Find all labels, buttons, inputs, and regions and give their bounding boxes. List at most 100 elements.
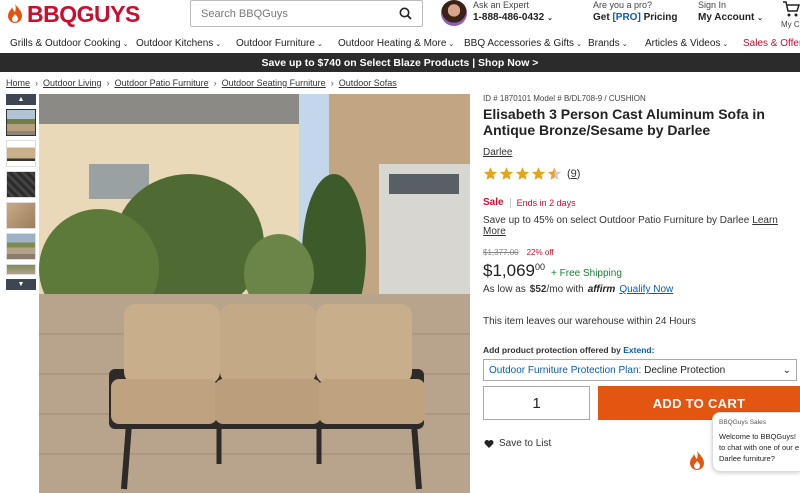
sale-badge: Sale: [483, 197, 504, 208]
sofa-photo: [39, 94, 470, 493]
price-cents: 00: [535, 262, 546, 272]
chevron-right-icon: ›: [106, 78, 110, 88]
nav-label: Sales & Offers: [743, 38, 800, 49]
affirm-financing: As low as $52/mo with affirm Qualify Now: [483, 284, 800, 295]
cart-button[interactable]: My Cart: [781, 0, 800, 29]
product-ids: ID # 1870101 Model # B/DL708-9 / CUSHION: [483, 94, 646, 103]
save-to-list-label: Save to List: [499, 438, 552, 449]
protection-plan-select[interactable]: Outdoor Furniture Protection Plan: Decli…: [483, 359, 797, 381]
nav-item-outdoor-kitchens[interactable]: Outdoor Kitchens ⌄: [136, 38, 221, 49]
star-rating: [483, 166, 562, 181]
search-bar: [190, 0, 423, 27]
nav-label: Brands: [588, 38, 620, 49]
product-rating[interactable]: (9): [483, 166, 800, 181]
old-price: $1,377.00: [483, 248, 519, 257]
breadcrumb-outdoor-sofas[interactable]: Outdoor Sofas: [339, 78, 397, 88]
chat-popup[interactable]: BBQGuys Sales Welcome to BBQGuys! to cha…: [712, 412, 800, 472]
chevron-down-icon: ⌄: [316, 41, 323, 48]
chevron-down-icon: ▼: [17, 281, 25, 288]
chevron-right-icon: ›: [330, 78, 334, 88]
product-main-image[interactable]: [39, 94, 470, 493]
review-count[interactable]: (9): [567, 168, 580, 180]
product-info: ID # 1870101 Model # B/DL708-9 / CUSHION…: [483, 94, 800, 381]
chevron-down-icon: ⌄: [722, 41, 729, 48]
heart-icon: [484, 440, 494, 448]
thumbnail-image[interactable]: [6, 171, 36, 198]
promo-banner[interactable]: Save up to $740 on Select Blaze Products…: [0, 53, 800, 72]
shipping-info: This item leaves our warehouse within 24…: [483, 316, 696, 327]
affirm-prefix: As low as: [483, 284, 526, 295]
thumbnail-image[interactable]: [6, 140, 36, 167]
chat-flame-icon[interactable]: [688, 450, 706, 472]
thumbnail-image[interactable]: [6, 264, 36, 275]
breadcrumb-home[interactable]: Home: [6, 78, 30, 88]
main-nav: Grills & Outdoor Cooking ⌄ Outdoor Kitche…: [0, 34, 800, 53]
nav-item-grills[interactable]: Grills & Outdoor Cooking ⌄: [10, 38, 128, 49]
sale-ends: Ends in 2 days: [509, 197, 576, 208]
expert-phone[interactable]: 1-888-486-0432: [473, 12, 544, 23]
chat-message-line: Darlee furniture?: [719, 454, 775, 463]
account-menu[interactable]: Sign In My Account ⌄: [698, 0, 763, 25]
promo-text: Save up to $740 on Select Blaze Products…: [261, 56, 539, 69]
chat-message-line: to chat with one of our e: [719, 443, 800, 452]
my-account-label: My Account: [698, 12, 755, 23]
save-promo-text: Save up to 45% on select Outdoor Patio F…: [483, 215, 750, 226]
review-count-value: 9: [570, 167, 577, 180]
thumbnail-strip: ▲ ▼: [6, 94, 36, 290]
protection-label-text: Add product protection offered by: [483, 345, 621, 355]
thumbnail-image[interactable]: [6, 202, 36, 229]
chevron-down-icon: ⌄: [576, 41, 582, 48]
site-header: BBQGUYS Ask an Expert 1-888-486-0432 ⌄ A…: [0, 0, 800, 34]
pro-pricing[interactable]: Are you a pro? Get [PRO] Pricing: [593, 0, 677, 24]
ask-expert[interactable]: Ask an Expert 1-888-486-0432 ⌄: [441, 0, 553, 26]
flame-logo-icon: [8, 4, 22, 23]
thumbnail-up-button[interactable]: ▲: [6, 94, 36, 105]
chevron-up-icon: ▲: [17, 96, 25, 103]
sign-in-label: Sign In: [698, 0, 727, 10]
affirm-amount: $52: [529, 284, 547, 295]
nav-item-articles[interactable]: Articles & Videos ⌄: [645, 38, 728, 49]
breadcrumb-seating-furniture[interactable]: Outdoor Seating Furniture: [222, 78, 326, 88]
nav-item-brands[interactable]: Brands ⌄: [588, 38, 628, 49]
pro-prefix: Get: [593, 12, 613, 23]
sale-row: Sale Ends in 2 days: [483, 197, 800, 208]
quantity-input[interactable]: 1: [483, 386, 590, 420]
protection-plan-label: Outdoor Furniture Protection Plan:: [489, 364, 642, 376]
breadcrumb-outdoor-living[interactable]: Outdoor Living: [43, 78, 102, 88]
breadcrumb-patio-furniture[interactable]: Outdoor Patio Furniture: [115, 78, 209, 88]
chevron-down-icon: ⌄: [448, 41, 455, 48]
brand-link[interactable]: Darlee: [483, 147, 800, 158]
nav-label: Outdoor Heating & More: [338, 38, 447, 49]
thumbnail-down-button[interactable]: ▼: [6, 279, 36, 290]
chevron-right-icon: ›: [213, 78, 217, 88]
extend-brand: Extend: [623, 345, 652, 355]
chat-message-line: Welcome to BBQGuys!: [719, 432, 796, 441]
nav-item-outdoor-furniture[interactable]: Outdoor Furniture ⌄: [236, 38, 323, 49]
nav-item-sales[interactable]: Sales & Offers: [743, 38, 800, 49]
breadcrumb: Home › Outdoor Living › Outdoor Patio Furn…: [6, 78, 397, 88]
nav-item-outdoor-heating[interactable]: Outdoor Heating & More ⌄: [338, 38, 454, 49]
nav-item-bbq-accessories[interactable]: BBQ Accessories & Gifts ⌄: [464, 38, 582, 49]
nav-label: BBQ Accessories & Gifts: [464, 38, 575, 49]
pro-suffix: Pricing: [640, 12, 678, 23]
thumbnail-image[interactable]: [6, 109, 36, 136]
discount-badge: 22% off: [526, 248, 554, 257]
star-icon: [483, 167, 498, 180]
search-input[interactable]: [191, 1, 388, 26]
expert-avatar: [441, 0, 467, 26]
price-main: $1,069: [483, 261, 535, 280]
star-icon: [531, 167, 546, 180]
nav-label: Outdoor Furniture: [236, 38, 315, 49]
site-logo[interactable]: BBQGUYS: [6, 0, 140, 27]
save-promo: Save up to 45% on select Outdoor Patio F…: [483, 215, 800, 237]
product-title: Elisabeth 3 Person Cast Aluminum Sofa in…: [483, 106, 765, 138]
search-icon: [399, 7, 412, 20]
qualify-now-link[interactable]: Qualify Now: [619, 284, 673, 295]
price-history: $1,377.00 22% off: [483, 248, 800, 257]
star-half-icon: [547, 167, 562, 180]
nav-label: Articles & Videos: [645, 38, 721, 49]
search-button[interactable]: [388, 1, 422, 26]
logo-text: BBQGUYS: [27, 0, 140, 27]
thumbnail-image[interactable]: [6, 233, 36, 260]
save-to-list-button[interactable]: Save to List: [484, 438, 551, 449]
